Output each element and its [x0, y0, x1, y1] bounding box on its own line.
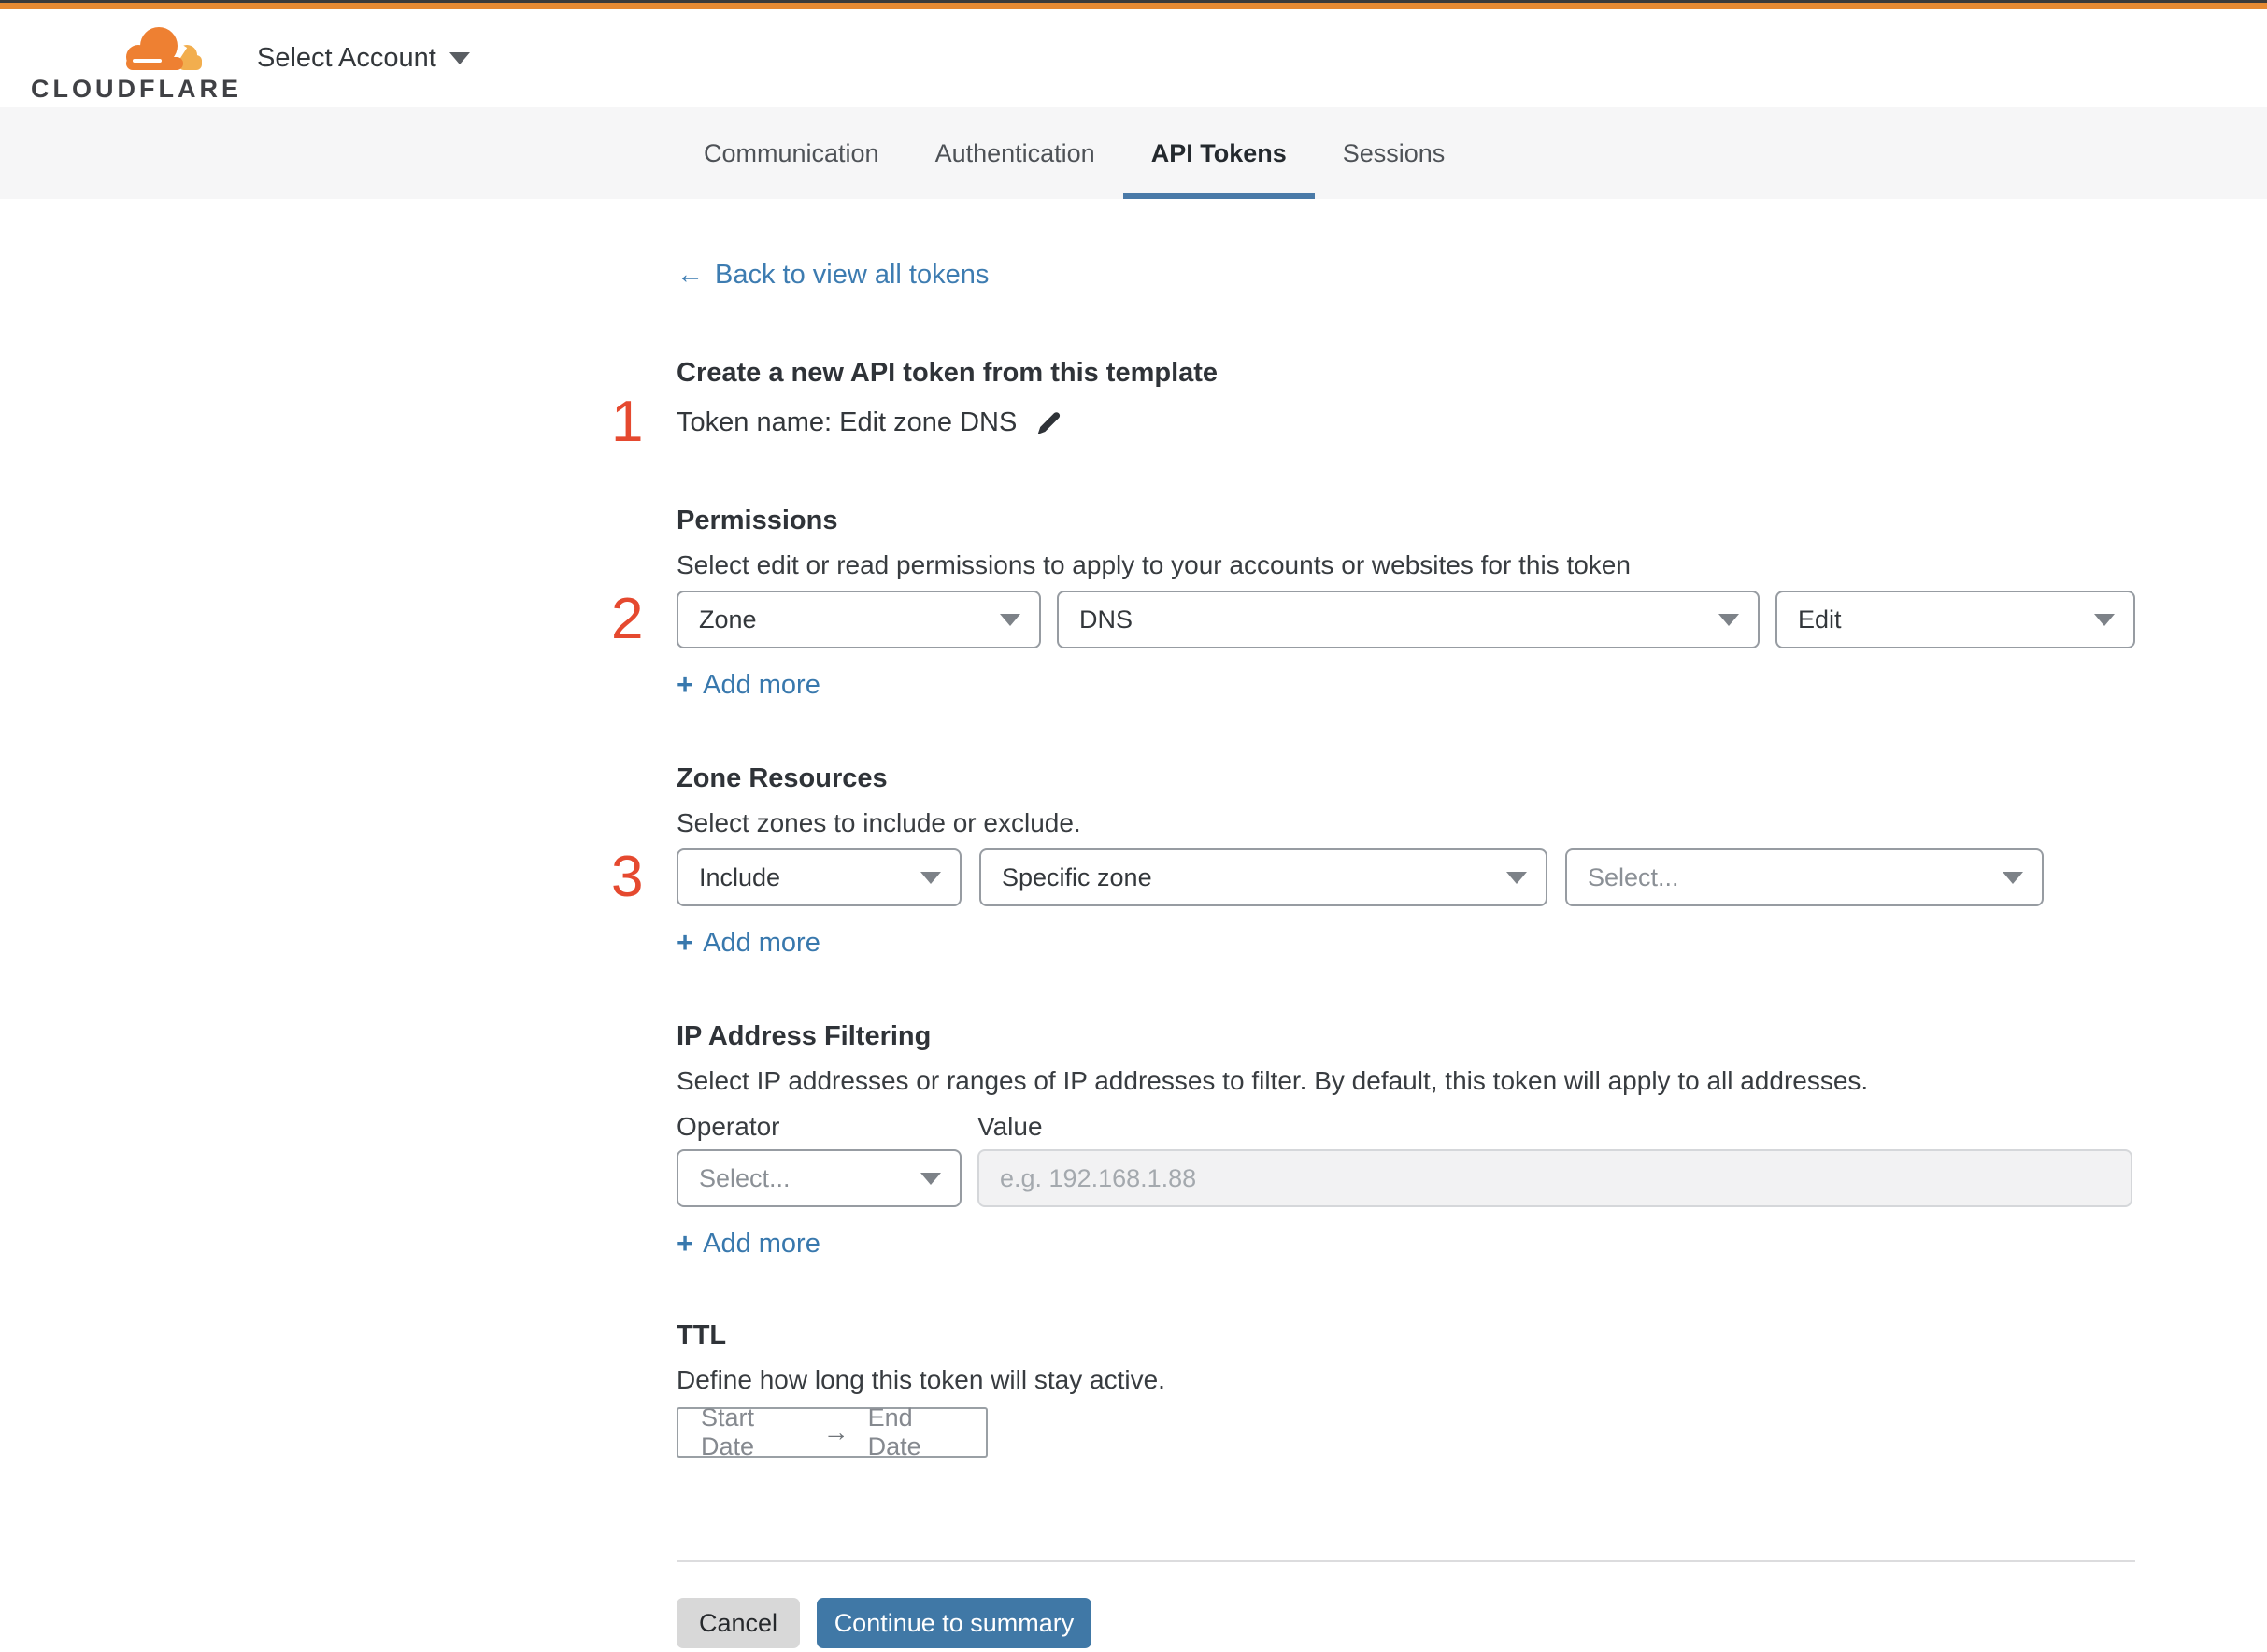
- tab-authentication[interactable]: Authentication: [907, 107, 1123, 199]
- ttl-heading: TTL: [677, 1320, 727, 1350]
- zone-picker-select[interactable]: Select...: [1565, 848, 2044, 906]
- ip-filtering-heading: IP Address Filtering: [677, 1021, 932, 1051]
- tab-communication[interactable]: Communication: [676, 107, 907, 199]
- caret-down-icon: [920, 871, 941, 884]
- back-link[interactable]: ← Back to view all tokens: [677, 259, 989, 291]
- tab-api-tokens[interactable]: API Tokens: [1122, 107, 1315, 199]
- step-number-1: 1: [611, 390, 644, 454]
- permissions-row: 2 Zone DNS Edit: [611, 591, 2135, 648]
- footer-divider: [677, 1560, 2135, 1562]
- brand-wordmark: CLOUDFLARE: [31, 75, 242, 103]
- account-selector-label: Select Account: [257, 43, 436, 73]
- accent-bar: [0, 3, 2267, 9]
- ttl-description: Define how long this token will stay act…: [677, 1365, 1165, 1394]
- ip-value-input[interactable]: [977, 1149, 2132, 1207]
- zone-resources-description: Select zones to include or exclude.: [677, 808, 1081, 837]
- ip-operator-select[interactable]: Select...: [677, 1149, 962, 1207]
- token-name-row: 1 Token name: Edit zone DNS: [611, 393, 2135, 451]
- tab-sessions[interactable]: Sessions: [1315, 107, 1474, 199]
- tab-label: Authentication: [934, 139, 1095, 167]
- zone-type-select[interactable]: Specific zone: [979, 848, 1547, 906]
- caret-down-icon: [2094, 613, 2115, 626]
- permission-scope-select[interactable]: Zone: [677, 591, 1041, 648]
- zone-resources-heading: Zone Resources: [677, 763, 888, 793]
- plus-icon: +: [677, 926, 694, 959]
- tab-label: API Tokens: [1150, 139, 1287, 167]
- add-more-label: Add more: [703, 1229, 820, 1259]
- permission-scope-value: Zone: [699, 605, 757, 634]
- zone-mode-value: Include: [699, 862, 781, 891]
- operator-label: Operator: [677, 1112, 780, 1141]
- token-name-text: Token name: Edit zone DNS: [677, 406, 1018, 437]
- ip-filtering-description: Select IP addresses or ranges of IP addr…: [677, 1066, 1869, 1095]
- ip-filtering-labels: Operator Value: [677, 1112, 2135, 1141]
- permission-access-value: Edit: [1798, 605, 1842, 634]
- end-date-placeholder: End Date: [867, 1403, 921, 1460]
- footer-actions: Cancel Continue to summary: [677, 1598, 2135, 1648]
- main-content: ← Back to view all tokens Create a new A…: [611, 199, 2135, 1648]
- back-link-label: Back to view all tokens: [715, 260, 990, 290]
- permissions-add-more-link[interactable]: + Add more: [677, 669, 820, 701]
- tab-label: Communication: [704, 139, 879, 167]
- caret-down-icon: [920, 1172, 941, 1185]
- arrow-right-icon: →: [822, 1417, 849, 1446]
- add-more-label: Add more: [703, 928, 820, 958]
- caret-down-icon: [2003, 871, 2023, 884]
- tab-label: Sessions: [1342, 139, 1446, 167]
- caret-down-icon: [1506, 871, 1527, 884]
- tab-bar: Communication Authentication API Tokens …: [0, 107, 2267, 199]
- caret-down-icon: [1000, 613, 1020, 626]
- value-label: Value: [977, 1112, 1043, 1141]
- cancel-button[interactable]: Cancel: [677, 1598, 800, 1648]
- back-arrow-icon: ←: [677, 260, 704, 290]
- create-token-heading: Create a new API token from this templat…: [677, 358, 1219, 388]
- zone-mode-select[interactable]: Include: [677, 848, 962, 906]
- ip-filtering-add-more-link[interactable]: + Add more: [677, 1228, 820, 1260]
- zone-type-value: Specific zone: [1002, 862, 1152, 891]
- step-number-2: 2: [611, 587, 644, 651]
- start-date-placeholder: Start Date: [701, 1403, 755, 1460]
- ttl-date-range-picker[interactable]: Start Date → End Date: [677, 1403, 988, 1460]
- permission-service-value: DNS: [1079, 605, 1134, 634]
- step-number-3: 3: [611, 845, 644, 909]
- caret-down-icon: [1718, 613, 1739, 626]
- permissions-heading: Permissions: [677, 506, 838, 535]
- ip-operator-placeholder: Select...: [699, 1163, 791, 1192]
- zone-resources-add-more-link[interactable]: + Add more: [677, 927, 820, 959]
- add-more-label: Add more: [703, 670, 820, 700]
- plus-icon: +: [677, 668, 694, 701]
- zone-resources-row: 3 Include Specific zone Select...: [611, 848, 2135, 906]
- app-header: CLOUDFLARE Select Account: [0, 9, 2267, 107]
- permissions-description: Select edit or read permissions to apply…: [677, 550, 1631, 579]
- permission-access-select[interactable]: Edit: [1775, 591, 2135, 648]
- ip-filtering-row: Select...: [677, 1149, 2135, 1207]
- plus-icon: +: [677, 1227, 694, 1260]
- account-selector[interactable]: Select Account: [257, 9, 470, 107]
- cloudflare-logo[interactable]: CLOUDFLARE: [31, 21, 242, 104]
- cloudflare-cloud-icon: [126, 27, 202, 73]
- caret-down-icon: [449, 52, 470, 64]
- zone-picker-placeholder: Select...: [1588, 862, 1679, 891]
- edit-pencil-icon[interactable]: [1034, 408, 1063, 438]
- permission-service-select[interactable]: DNS: [1057, 591, 1760, 648]
- continue-button[interactable]: Continue to summary: [817, 1598, 1091, 1648]
